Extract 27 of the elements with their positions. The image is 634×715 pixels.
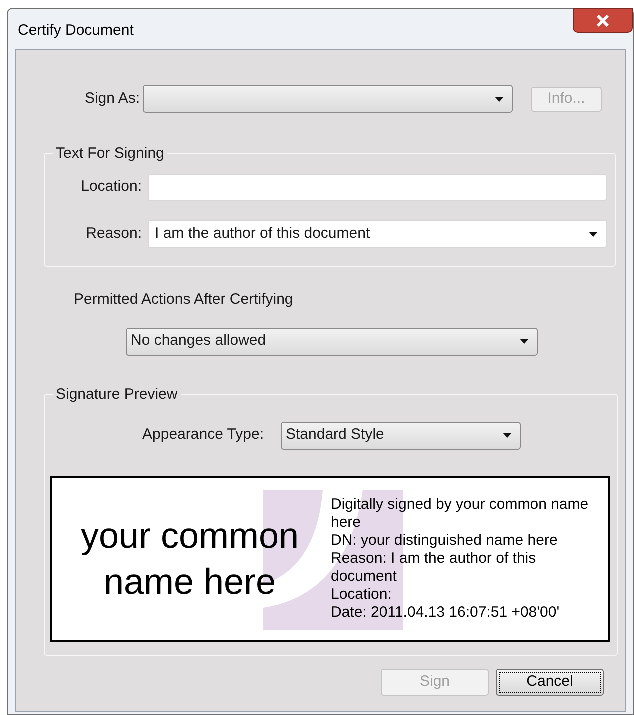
- reason-dropdown[interactable]: I am the author of this document: [148, 220, 607, 248]
- location-label: Location:: [80, 177, 143, 198]
- permitted-actions-label: Permitted Actions After Certifying: [74, 291, 294, 308]
- window-title: Certify Document: [18, 21, 134, 41]
- appearance-type-label: Appearance Type:: [142, 425, 265, 446]
- signature-detail-text: Location:: [331, 586, 393, 604]
- dropdown-arrow-icon: [495, 96, 504, 102]
- signature-detail-text: Date: 2011.04.13 16:07:51 +08'00': [331, 604, 561, 622]
- appearance-type-dropdown[interactable]: Standard Style: [281, 422, 521, 450]
- signature-detail-text: Digitally signed by your common name here: [331, 496, 590, 532]
- close-icon: [596, 14, 610, 26]
- location-field[interactable]: [148, 174, 607, 201]
- dropdown-value: I am the author of this document: [155, 224, 370, 244]
- sign-as-dropdown[interactable]: [143, 85, 513, 113]
- signature-detail-text: DN: your distinguished name here: [331, 532, 559, 550]
- dropdown-value: No changes allowed: [131, 331, 266, 352]
- dialog-button[interactable]: Cancel: [496, 668, 604, 696]
- permitted-actions-dropdown[interactable]: No changes allowed: [126, 328, 538, 356]
- close-button[interactable]: [573, 8, 633, 33]
- signature-detail-text: Reason: I am the author of this document: [331, 550, 538, 586]
- reason-label: Reason:: [85, 224, 143, 244]
- dropdown-arrow-icon: [503, 433, 512, 438]
- dropdown-value: Standard Style: [286, 425, 384, 446]
- dropdown-arrow-icon: [589, 232, 598, 236]
- dropdown-arrow-icon: [520, 339, 529, 344]
- sign-as-label: Sign As:: [84, 88, 141, 109]
- common-name-text: your common name here: [80, 514, 300, 604]
